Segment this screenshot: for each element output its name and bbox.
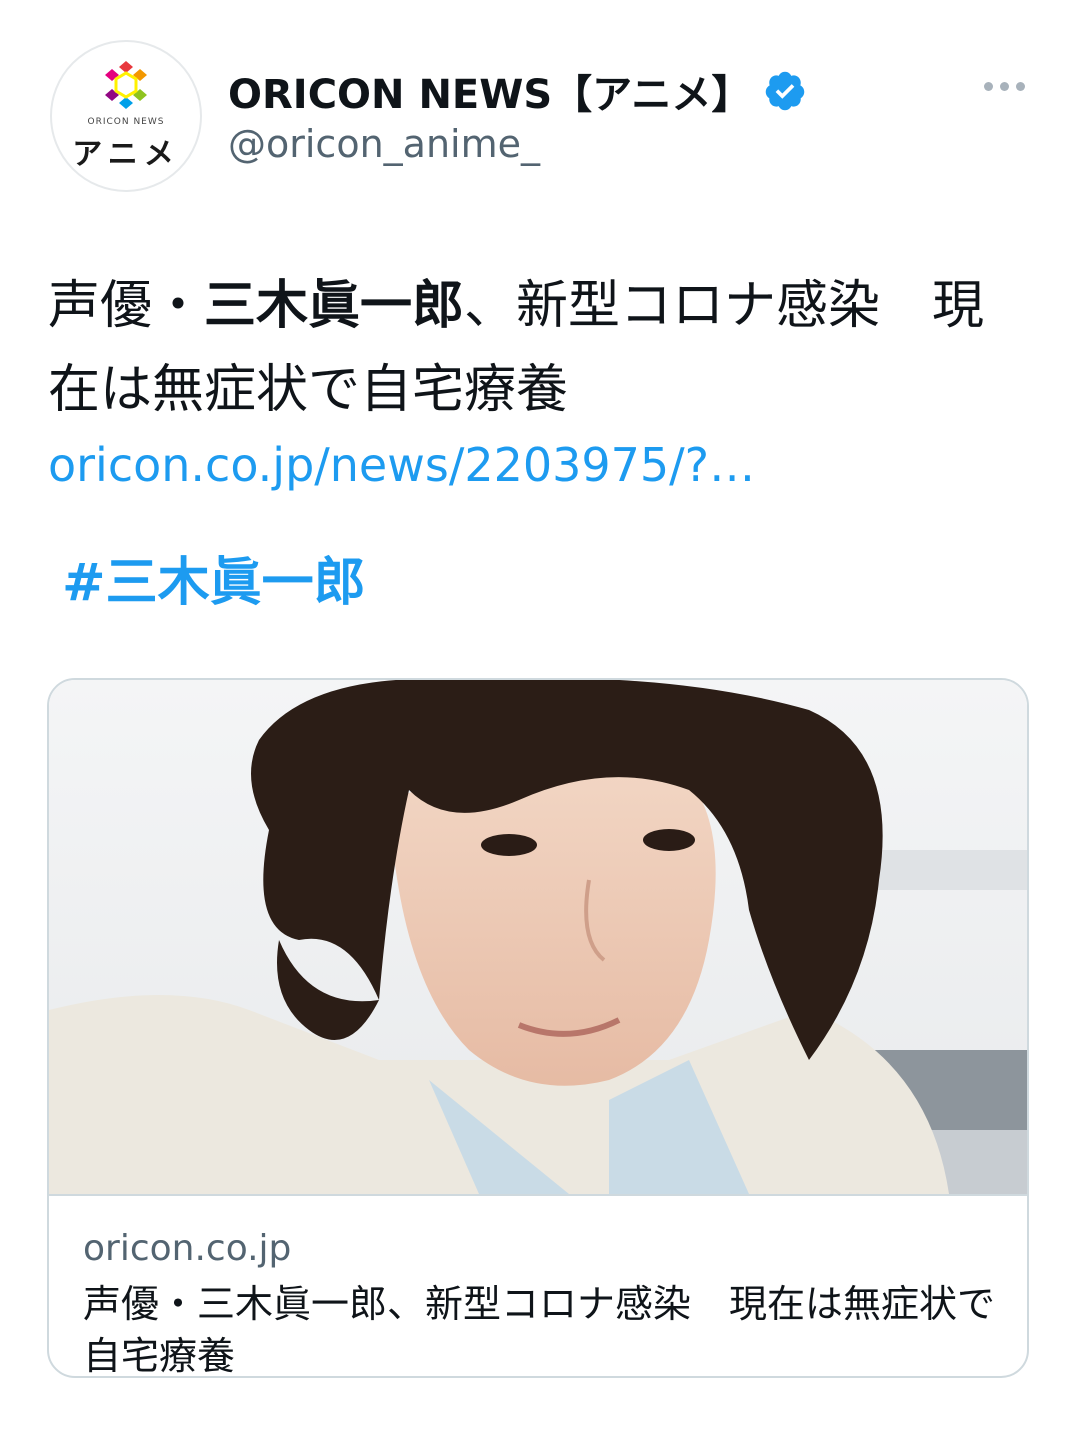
tweet: ORICON NEWS アニメ ORICON NEWS【アニメ】 @oricon…	[0, 0, 1075, 1440]
card-title: 声優・三木眞一郎、新型コロナ感染 現在は無症状で自宅療養	[83, 1282, 996, 1378]
tweet-text-bold: 三木眞一郎	[204, 276, 465, 336]
card-photo	[49, 680, 1027, 1194]
avatar[interactable]: ORICON NEWS アニメ	[50, 40, 202, 192]
name-row: ORICON NEWS【アニメ】	[228, 62, 807, 120]
oricon-logo-icon	[105, 61, 147, 109]
handle[interactable]: @oricon_anime_	[228, 122, 540, 166]
card-divider	[49, 1194, 1027, 1196]
link-card[interactable]: oricon.co.jp 声優・三木眞一郎、新型コロナ感染 現在は無症状で自宅療…	[47, 678, 1029, 1378]
verified-badge-icon	[766, 71, 805, 111]
article-link[interactable]: oricon.co.jp/news/2203975/?…	[48, 438, 755, 492]
hashtag-link[interactable]: #三木眞一郎	[62, 540, 366, 615]
more-options-icon[interactable]	[984, 82, 1025, 91]
card-domain: oricon.co.jp	[83, 1228, 292, 1269]
tweet-text: 声優・三木眞一郎、新型コロナ感染 現在は無症状で自宅療養	[48, 264, 1008, 432]
tweet-text-prefix: 声優・	[48, 276, 205, 336]
display-name[interactable]: ORICON NEWS【アニメ】	[228, 62, 751, 120]
avatar-label: アニメ	[72, 137, 180, 172]
avatar-brand-text: ORICON NEWS	[87, 117, 165, 127]
